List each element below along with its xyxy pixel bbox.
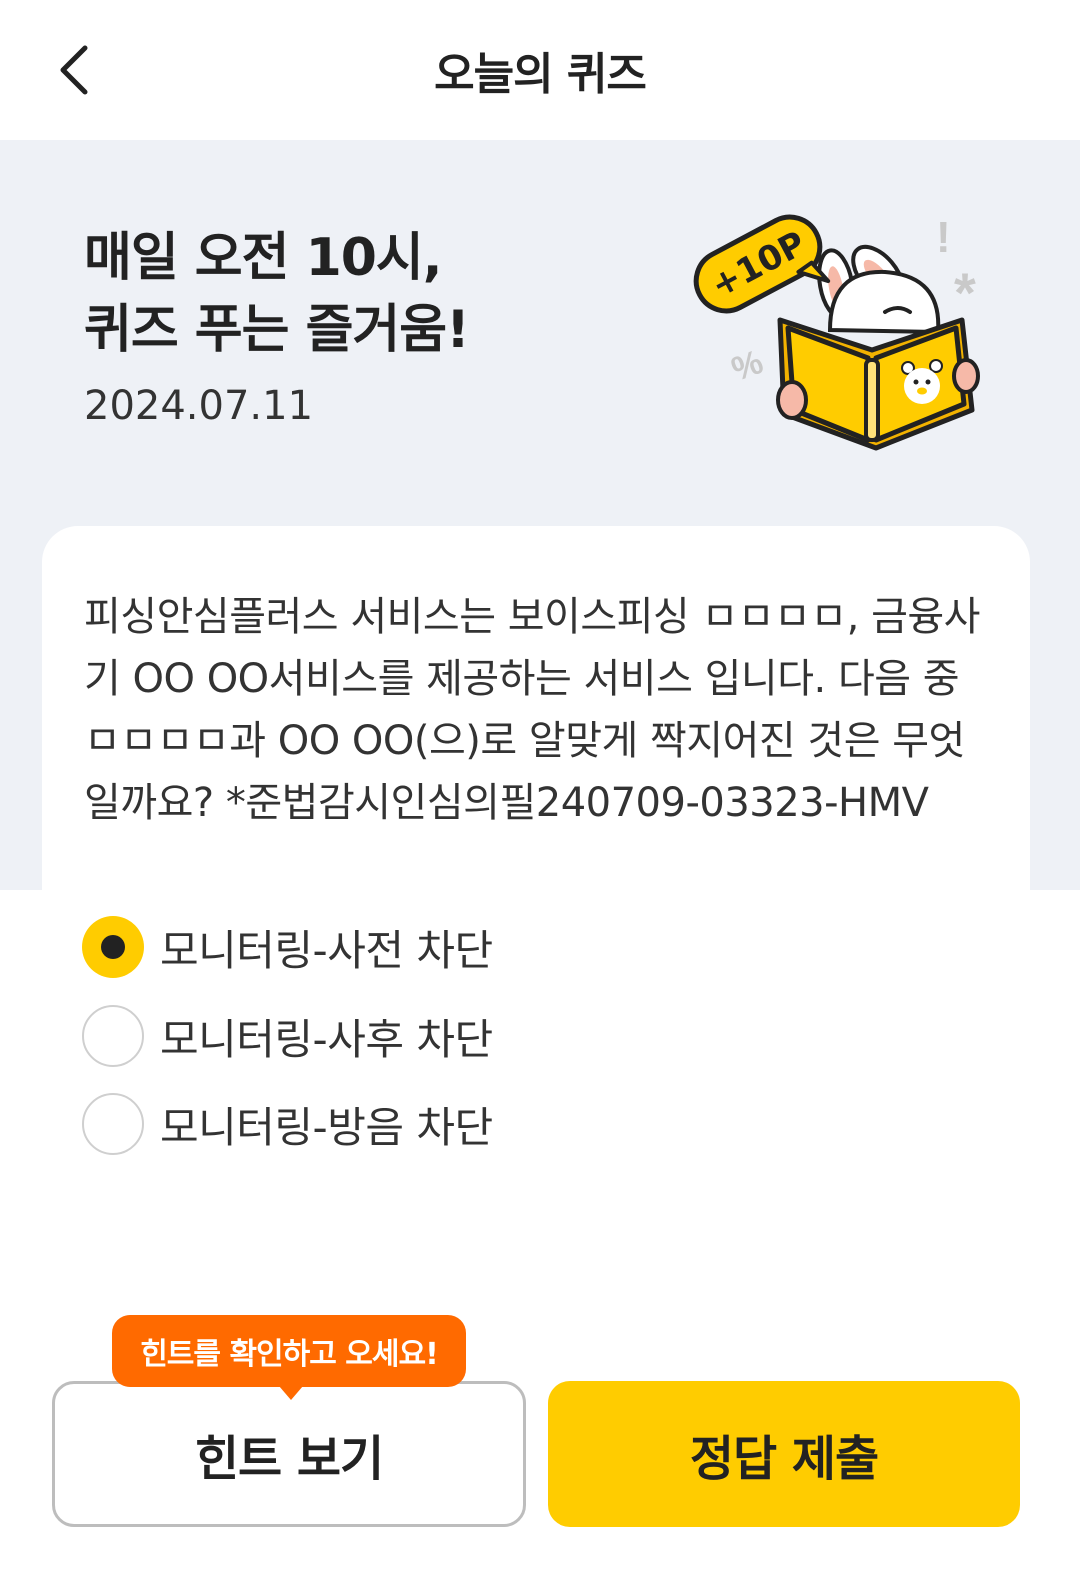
rabbit-reading-book-illustration: ! * % +10P bbox=[693, 213, 980, 451]
option-label: 모니터링-사전 차단 bbox=[160, 925, 493, 975]
page-title: 오늘의 퀴즈 bbox=[434, 49, 647, 100]
option-label: 모니터링-방음 차단 bbox=[160, 1102, 493, 1152]
hint-tooltip: 힌트를 확인하고 오세요! bbox=[112, 1315, 466, 1387]
hero-headline: 매일 오전 10시, 퀴즈 푸는 즐거움! bbox=[84, 222, 470, 366]
quiz-date: 2024.07.11 bbox=[84, 383, 314, 429]
option-2[interactable]: 모니터링-사후 차단 bbox=[82, 1004, 493, 1068]
headline-line-2: 퀴즈 푸는 즐거움! bbox=[84, 300, 470, 360]
option-1[interactable]: 모니터링-사전 차단 bbox=[82, 915, 493, 979]
submit-answer-button[interactable]: 정답 제출 bbox=[548, 1381, 1020, 1527]
hint-button[interactable]: 힌트 보기 bbox=[52, 1381, 526, 1527]
radio-selected-icon[interactable] bbox=[82, 916, 144, 978]
question-text: 피싱안심플러스 서비스는 보이스피싱 ㅁㅁㅁㅁ, 금융사기 OO OO서비스를 … bbox=[84, 594, 980, 826]
radio-unselected-icon[interactable] bbox=[82, 1005, 144, 1067]
tooltip-arrow bbox=[279, 1386, 303, 1400]
quiz-page: 오늘의 퀴즈 매일 오전 10시, 퀴즈 푸는 즐거움! 2024.07.11 … bbox=[0, 0, 1080, 1583]
asterisk-mark: * bbox=[954, 261, 976, 324]
headline-line-1: 매일 오전 10시, bbox=[84, 228, 443, 288]
percent-mark: % bbox=[727, 343, 768, 389]
app-header: 오늘의 퀴즈 bbox=[0, 0, 1080, 140]
exclaim-mark: ! bbox=[936, 213, 951, 262]
radio-unselected-icon[interactable] bbox=[82, 1093, 144, 1155]
option-3[interactable]: 모니터링-방음 차단 bbox=[82, 1092, 493, 1156]
option-label: 모니터링-사후 차단 bbox=[160, 1014, 493, 1064]
